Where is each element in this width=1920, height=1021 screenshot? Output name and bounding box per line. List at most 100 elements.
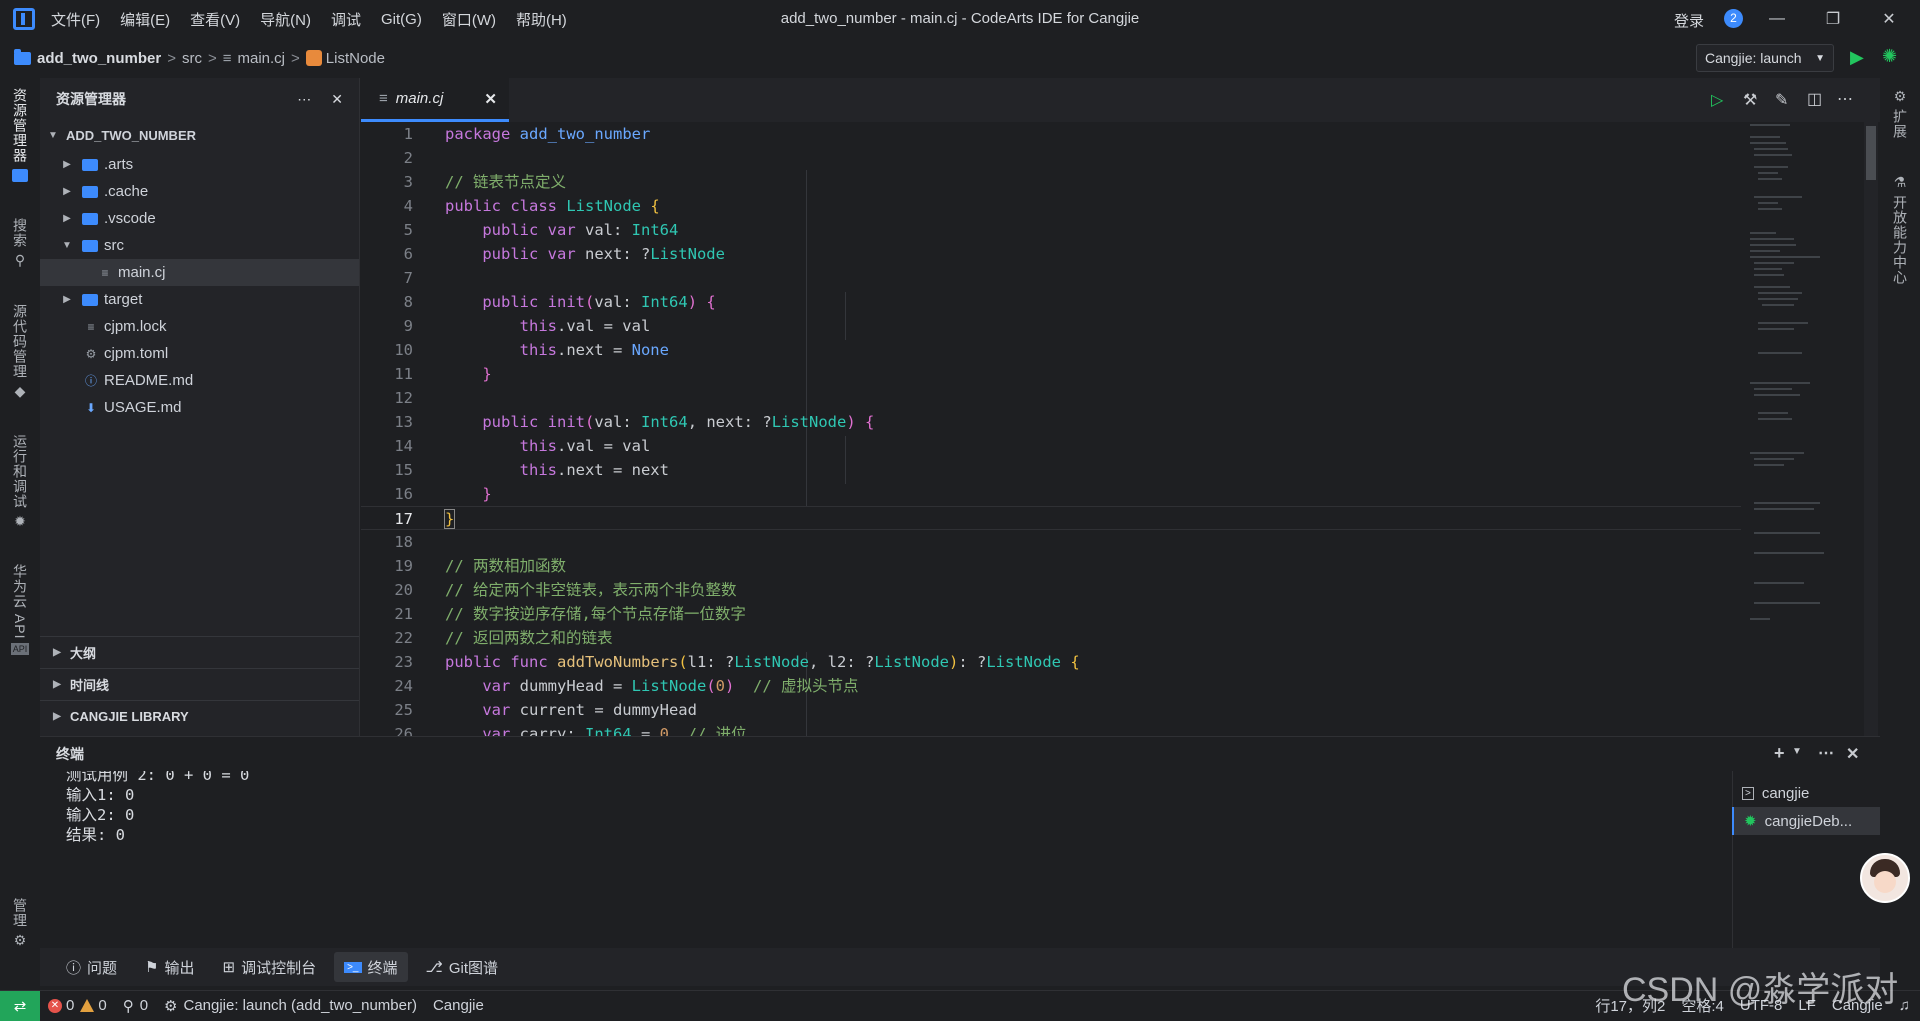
login-link[interactable]: 登录 [1674,10,1704,31]
tab-debug-console[interactable]: ⊞ 调试控制台 [213,952,327,982]
tab-git-graph[interactable]: ⎇ Git图谱 [416,952,508,982]
menu-edit[interactable]: 编辑(E) [120,9,170,30]
run-icon[interactable]: ▶ [1850,47,1864,68]
tab-terminal[interactable]: >_ 终端 [334,952,408,982]
close-window-icon[interactable]: ✕ [1866,0,1912,38]
status-lang-mode[interactable]: Cangjie [433,997,484,1014]
menu-help[interactable]: 帮助(H) [516,9,567,30]
app-logo-icon [13,8,35,30]
code-line: 13 public init(val: Int64, next: ?ListNo… [394,413,875,431]
debug-icon[interactable]: ✺ [1882,46,1897,67]
tree-item-usage[interactable]: ⬇ USAGE.md [40,394,359,421]
activity-manage[interactable]: 管理 ⚙ [0,898,40,949]
tree-item-readme[interactable]: ⓘ README.md [40,367,359,394]
tree-item-cache[interactable]: ▶ .cache [40,178,359,205]
download-icon: ⬇ [85,400,97,415]
activity-search[interactable]: 搜索 ⚲ [0,218,40,269]
vertical-scrollbar[interactable] [1864,122,1878,736]
breadcrumb-separator-icon: > [291,49,300,67]
chevron-right-icon: ▶ [53,679,61,690]
menu-navigate[interactable]: 导航(N) [260,9,311,30]
folder-icon [82,212,98,225]
menu-debug[interactable]: 调试 [331,9,361,30]
chevron-down-icon[interactable]: ▼ [1792,746,1802,757]
breadcrumb-project[interactable]: add_two_number [37,50,161,67]
remote-icon[interactable]: ⇄ [0,990,40,1021]
ports-count[interactable]: ⚲ 0 [123,997,148,1015]
menu-git[interactable]: Git(G) [381,11,422,28]
debug-console-icon: ⊞ [222,959,236,976]
terminal-session-cangjie[interactable]: > cangjie [1732,779,1880,807]
info-icon: ⓘ [84,374,97,388]
restore-icon[interactable]: ❐ [1810,0,1856,38]
tab-output[interactable]: ⚑ 输出 [135,952,204,982]
activity-huawei-api[interactable]: 华为云 API API [0,564,40,656]
activity-explorer[interactable]: 资源管理器 [0,88,40,182]
activity-scm[interactable]: 源代码管理 ◆ [0,304,40,400]
bell-icon[interactable]: ♫ [1899,997,1910,1014]
run-config-select[interactable]: Cangjie: launch ▼ [1696,44,1834,72]
code-line: 25 var current = dummyHead [394,701,697,719]
tree-item-src[interactable]: ▼ src [40,232,359,259]
activity-run-debug[interactable]: 运行和调试 ✹ [0,434,40,530]
chevron-right-icon: ▶ [63,213,71,224]
code-line: 19// 两数相加函数 [394,557,566,575]
more-icon[interactable]: ⋯ [1818,743,1834,763]
close-tab-icon[interactable]: ✕ [484,90,497,108]
section-timeline[interactable]: ▶ 时间线 [40,668,359,700]
add-terminal-icon[interactable]: + [1774,743,1785,764]
search-icon: ⚲ [14,252,26,268]
file-lines-icon: ≡ [101,265,109,280]
code-editor[interactable]: 1 package add_two_number 2 3// 链表节点定义 4 pu… [361,122,1880,736]
notification-badge[interactable]: 2 [1724,9,1743,28]
close-icon[interactable]: ✕ [331,91,343,108]
problems-count[interactable]: ✕ 0 0 [48,997,107,1014]
file-lines-icon: ≡ [222,49,232,67]
edit-icon[interactable]: ✎ [1775,90,1788,110]
file-lines-icon: ≡ [87,319,95,334]
run-file-icon[interactable]: ▷ [1711,90,1723,110]
gear-icon: ⚙ [85,346,97,361]
code-line: 7 [403,269,413,287]
tab-problems[interactable]: ⓘ 问题 [56,952,127,982]
explorer-root[interactable]: ▼ ADD_TWO_NUMBER [40,122,359,149]
code-line: 3// 链表节点定义 [403,173,566,191]
activity-bar: 资源管理器 搜索 ⚲ 源代码管理 ◆ 运行和调试 ✹ 华为云 API API 管… [0,78,40,976]
breadcrumb-folder[interactable]: src [182,50,202,67]
close-panel-icon[interactable]: ✕ [1846,744,1859,764]
tree-item-arts[interactable]: ▶ .arts [40,151,359,178]
breadcrumb-symbol[interactable]: ListNode [326,50,385,67]
rail-open-center[interactable]: ⚗ 开放能力中心 [1880,174,1920,285]
explorer-title: 资源管理器 [56,91,126,107]
section-outline[interactable]: ▶ 大纲 [40,636,359,668]
menu-window[interactable]: 窗口(W) [442,9,496,30]
code-line: 5 public var val: Int64 [403,221,679,239]
terminal-output[interactable]: 测试用例 2: 0 + 0 = 0 输入1: 0 输入2: 0 结果: 0 [40,771,1732,949]
menu-file[interactable]: 文件(F) [51,9,100,30]
breadcrumb-file[interactable]: main.cj [237,50,285,67]
tree-item-target[interactable]: ▶ target [40,286,359,313]
assistant-avatar[interactable] [1860,853,1910,903]
extensions-icon: ⚙ [1893,88,1907,104]
scrollbar-thumb[interactable] [1866,126,1876,180]
terminal-session-debug[interactable]: ✹ cangjieDeb... [1732,807,1880,835]
minimize-icon[interactable]: — [1754,0,1800,38]
debug-launch-icon: ⚙ [164,997,178,1015]
tree-item-vscode[interactable]: ▶ .vscode [40,205,359,232]
tree-item-main-cj[interactable]: ≡ main.cj [40,259,359,286]
more-actions-icon[interactable]: ⋯ [1837,89,1853,109]
terminal-title: 终端 [56,746,84,762]
tree-item-cjpm-toml[interactable]: ⚙ cjpm.toml [40,340,359,367]
rail-extensions[interactable]: ⚙ 扩展 [1880,88,1920,139]
tree-item-cjpm-lock[interactable]: ≡ cjpm.lock [40,313,359,340]
build-icon[interactable]: ⚒ [1743,90,1757,110]
code-line: 24 var dummyHead = ListNode(0) // 虚拟头节点 [394,677,859,695]
tab-main-cj[interactable]: ≡ main.cj ✕ [361,78,509,122]
minimap[interactable] [1750,122,1860,622]
split-editor-icon[interactable]: ◫ [1807,89,1822,109]
menu-view[interactable]: 查看(V) [190,9,240,30]
more-icon[interactable]: ⋯ [297,91,311,108]
code-line: 8 public init(val: Int64) { [403,293,716,311]
section-cangjie-library[interactable]: ▶ CANGJIE LIBRARY [40,700,359,732]
launch-config[interactable]: ⚙ Cangjie: launch (add_two_number) [164,997,417,1015]
